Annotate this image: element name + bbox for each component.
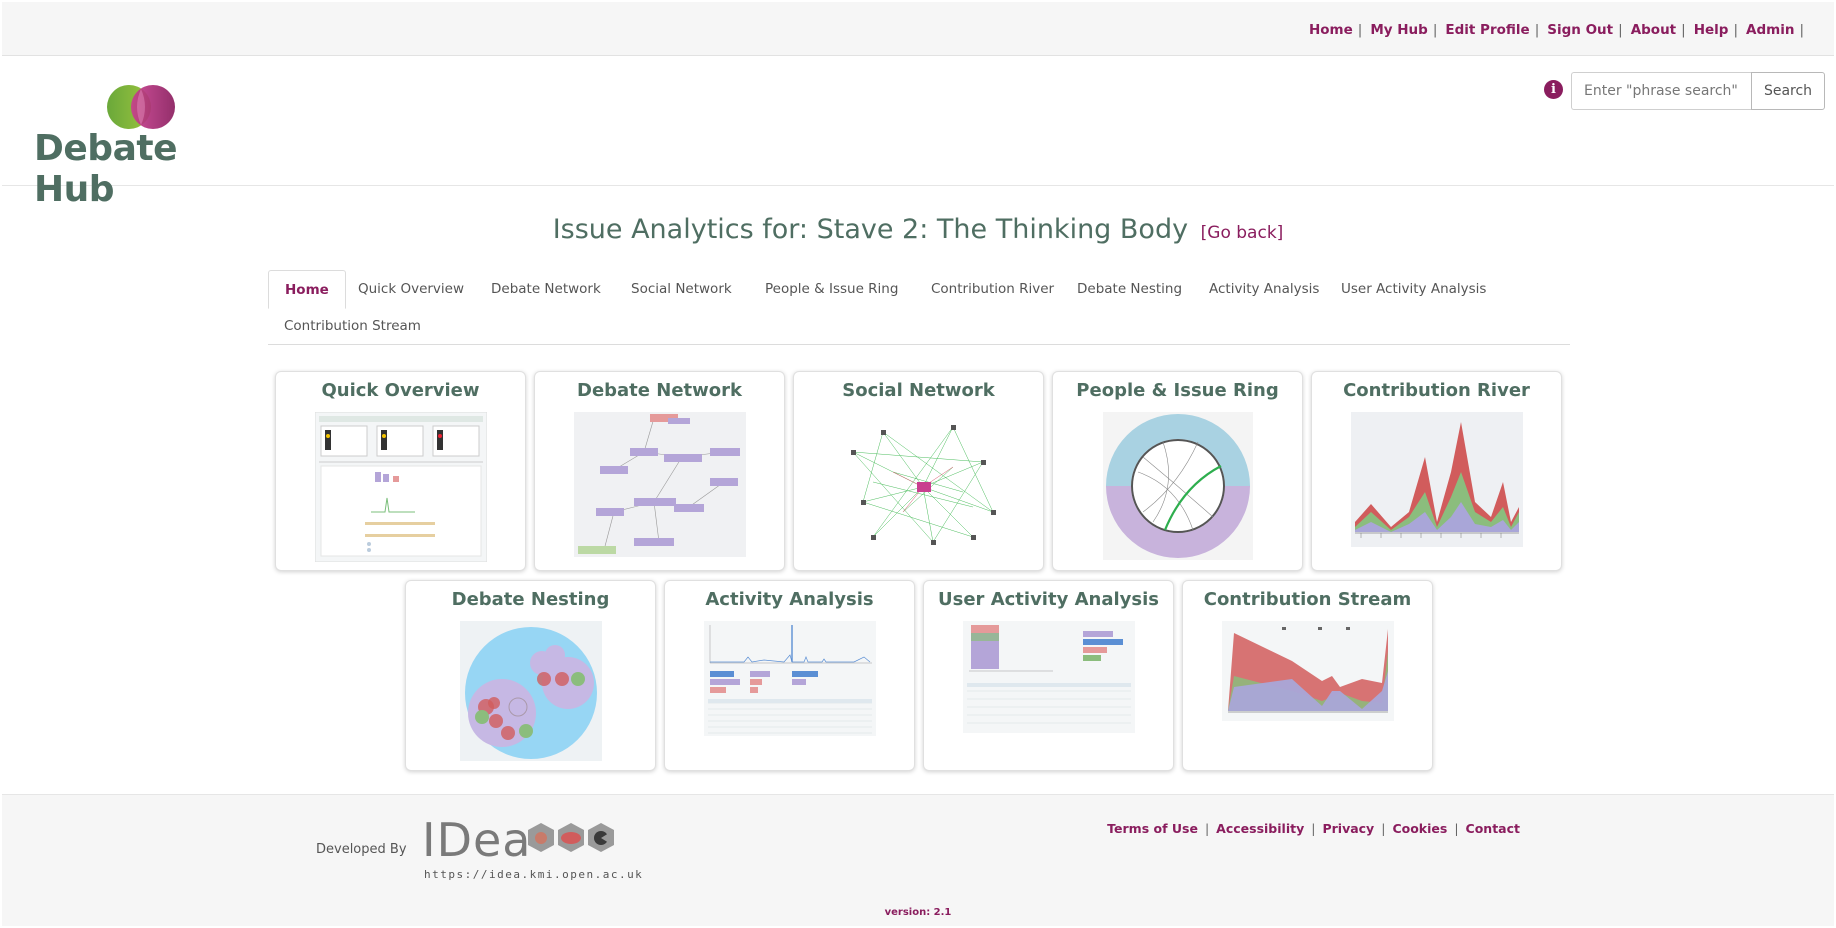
top-bar: Home | My Hub | Edit Profile | Sign Out | Ab… <box>2 2 1834 56</box>
nav-my-hub-link[interactable]: My Hub <box>1370 22 1428 38</box>
activity-analysis-thumbnail <box>703 621 876 736</box>
nav-separator: | <box>1799 22 1804 38</box>
card-title: User Activity Analysis <box>938 589 1159 610</box>
card-title: Debate Network <box>577 380 742 401</box>
nav-separator: | <box>1534 22 1540 38</box>
nav-separator: | <box>1357 22 1363 38</box>
nav-edit-profile-link[interactable]: Edit Profile <box>1445 22 1529 38</box>
debate-hub-logo[interactable]: Debate Hub <box>32 85 252 210</box>
version-label: version: 2.1 <box>884 907 952 918</box>
nav-separator: | <box>1618 22 1623 38</box>
idea-hexagons-icon <box>528 823 614 852</box>
tab-contribution-stream[interactable]: Contribution Stream <box>268 307 437 345</box>
social-network-thumbnail <box>850 425 996 545</box>
developed-by-label: Developed By <box>316 842 407 857</box>
nav-sign-out-link[interactable]: Sign Out <box>1547 22 1613 38</box>
tab-people-issue-ring[interactable]: People & Issue Ring <box>749 270 914 308</box>
info-icon[interactable]: i <box>1544 80 1563 99</box>
card-debate-nesting[interactable]: Debate Nesting <box>405 580 656 771</box>
contribution-stream-thumbnail <box>1221 621 1394 721</box>
footer-privacy-link[interactable]: Privacy <box>1322 821 1374 836</box>
site-header: Debate Hub i Search <box>2 56 1834 210</box>
nav-about-link[interactable]: About <box>1631 22 1676 38</box>
page-title-text: Issue Analytics for: Stave 2: The Thinki… <box>552 214 1189 245</box>
tab-home[interactable]: Home <box>268 270 346 309</box>
card-title: Activity Analysis <box>705 589 874 610</box>
footer-accessibility-link[interactable]: Accessibility <box>1216 821 1304 836</box>
nav-separator: | <box>1432 22 1438 38</box>
nav-help-link[interactable]: Help <box>1694 22 1729 38</box>
go-back-link[interactable]: [Go back] <box>1201 223 1284 243</box>
card-title: Debate Nesting <box>451 589 610 610</box>
card-quick-overview[interactable]: Quick Overview <box>275 371 526 571</box>
analytics-tabs: Home Quick Overview Debate Network Socia… <box>268 270 1570 345</box>
footer-separator: | <box>1381 821 1386 836</box>
site-footer: Developed By IDea https://idea.kmi.open.… <box>2 794 1834 926</box>
card-user-activity-analysis[interactable]: User Activity Analysis <box>923 580 1174 771</box>
tab-contribution-river[interactable]: Contribution River <box>915 270 1070 308</box>
footer-terms-link[interactable]: Terms of Use <box>1107 821 1198 836</box>
tab-social-network[interactable]: Social Network <box>615 270 748 308</box>
debate-nesting-thumbnail <box>459 621 602 761</box>
idea-url: https://idea.kmi.open.ac.uk <box>424 868 644 881</box>
nav-separator: | <box>1681 22 1686 38</box>
footer-cookies-link[interactable]: Cookies <box>1392 821 1447 836</box>
tab-user-activity-analysis[interactable]: User Activity Analysis <box>1325 270 1502 308</box>
quick-overview-thumbnail <box>314 412 487 562</box>
search-input[interactable] <box>1571 72 1751 110</box>
user-activity-analysis-thumbnail <box>962 621 1135 733</box>
nav-admin-link[interactable]: Admin <box>1746 22 1794 38</box>
page-title: Issue Analytics for: Stave 2: The Thinki… <box>0 214 1836 245</box>
card-social-network[interactable]: Social Network <box>793 371 1044 571</box>
nav-separator: | <box>1733 22 1739 38</box>
tab-quick-overview[interactable]: Quick Overview <box>342 270 480 308</box>
card-title: Contribution Stream <box>1203 589 1412 610</box>
footer-nav: Terms of Use | Accessibility | Privacy | Co… <box>1107 821 1520 836</box>
card-title: Contribution River <box>1343 380 1530 401</box>
search-button[interactable]: Search <box>1751 72 1825 110</box>
top-nav: Home | My Hub | Edit Profile | Sign Out | Ab… <box>1309 22 1812 38</box>
footer-separator: | <box>1311 821 1316 836</box>
card-debate-network[interactable]: Debate Network <box>534 371 785 571</box>
tab-debate-network[interactable]: Debate Network <box>475 270 617 308</box>
card-people-issue-ring[interactable]: People & Issue Ring <box>1052 371 1303 571</box>
logo-circles-icon <box>107 85 175 129</box>
logo-text: Debate Hub <box>34 128 178 210</box>
footer-separator: | <box>1454 821 1459 836</box>
tab-activity-analysis[interactable]: Activity Analysis <box>1193 270 1335 308</box>
idea-logo-text: IDea <box>422 813 532 867</box>
people-issue-ring-thumbnail <box>1102 412 1253 560</box>
card-title: Quick Overview <box>321 380 480 401</box>
footer-separator: | <box>1204 821 1210 836</box>
card-contribution-stream[interactable]: Contribution Stream <box>1182 580 1433 771</box>
card-activity-analysis[interactable]: Activity Analysis <box>664 580 915 771</box>
card-contribution-river[interactable]: Contribution River <box>1311 371 1562 571</box>
tab-debate-nesting[interactable]: Debate Nesting <box>1061 270 1198 308</box>
card-title: People & Issue Ring <box>1076 380 1279 401</box>
nav-home-link[interactable]: Home <box>1309 22 1353 38</box>
card-title: Social Network <box>842 380 995 401</box>
footer-contact-link[interactable]: Contact <box>1466 821 1520 836</box>
debate-network-thumbnail <box>573 412 746 557</box>
contribution-river-thumbnail <box>1350 412 1523 547</box>
